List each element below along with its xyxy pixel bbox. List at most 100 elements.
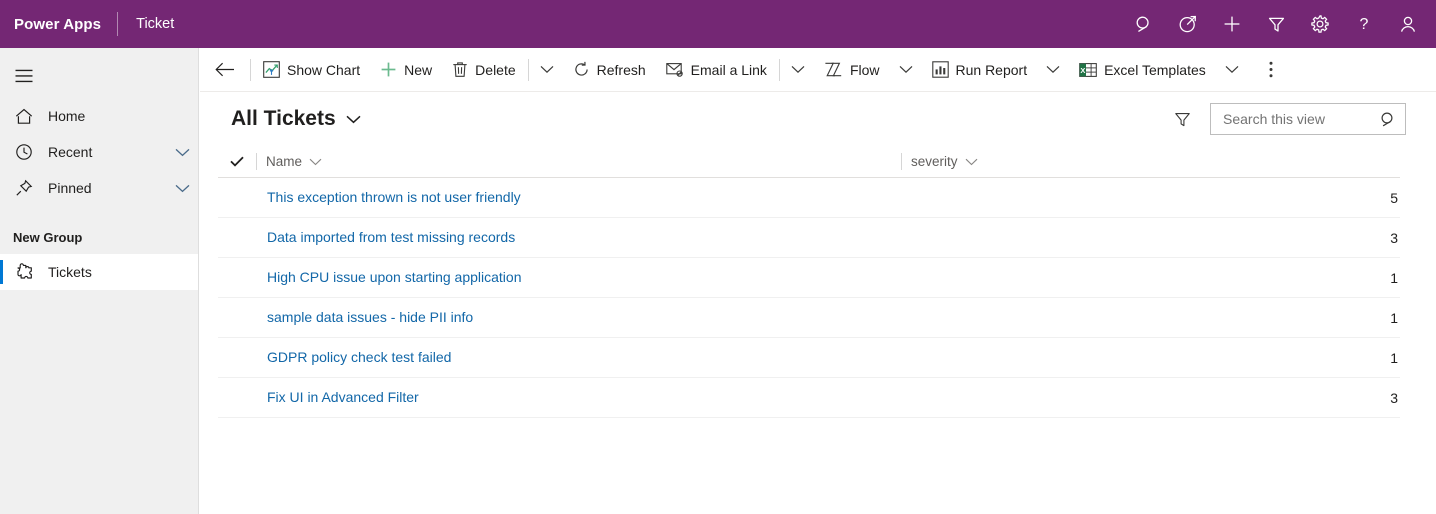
view-bar: All Tickets — [200, 92, 1436, 146]
account-icon[interactable] — [1386, 0, 1430, 48]
email-link-icon — [665, 62, 684, 77]
refresh-icon — [573, 61, 590, 78]
ticket-name-link[interactable]: GDPR policy check test failed — [267, 349, 451, 365]
brand-title[interactable]: Power Apps — [0, 16, 101, 33]
sidebar: Home Recent Pinned New Group Tickets — [0, 48, 199, 514]
new-icon[interactable] — [1210, 0, 1254, 48]
sidebar-item-tickets-label: Tickets — [48, 264, 92, 280]
table-row[interactable]: sample data issues - hide PII info 1 — [218, 298, 1400, 338]
filter-icon[interactable] — [1166, 103, 1198, 135]
delete-label: Delete — [475, 61, 516, 78]
sidebar-group-title: New Group — [13, 229, 83, 245]
settings-gear-icon[interactable] — [1298, 0, 1342, 48]
chevron-down-icon[interactable] — [965, 158, 978, 166]
sidebar-item-pinned[interactable]: Pinned — [0, 170, 198, 206]
ticket-name-link[interactable]: Fix UI in Advanced Filter — [267, 389, 419, 405]
pin-icon — [12, 179, 36, 197]
column-header-name[interactable]: Name — [266, 154, 893, 169]
svg-text:?: ? — [1360, 16, 1369, 33]
table-row[interactable]: GDPR policy check test failed 1 — [218, 338, 1400, 378]
app-header: Power Apps Ticket ? — [0, 0, 1436, 48]
ticket-name-link[interactable]: sample data issues - hide PII info — [267, 309, 473, 325]
clock-icon — [12, 143, 36, 161]
filter-icon[interactable] — [1254, 0, 1298, 48]
grid-rows: This exception thrown is not user friend… — [218, 178, 1400, 418]
view-selector-chevron-down-icon[interactable] — [346, 115, 361, 124]
cell-severity: 1 — [1390, 269, 1398, 286]
sidebar-item-recent[interactable]: Recent — [0, 134, 198, 170]
more-commands-icon[interactable] — [1254, 48, 1288, 92]
trash-icon — [452, 61, 468, 78]
email-a-link-label: Email a Link — [690, 61, 767, 78]
brand-divider — [117, 12, 119, 36]
sidebar-item-home[interactable]: Home — [0, 98, 198, 134]
delete-button[interactable]: Delete — [442, 48, 525, 92]
hamburger-menu-icon[interactable] — [0, 54, 48, 98]
view-title[interactable]: All Tickets — [231, 107, 336, 131]
help-icon[interactable]: ? — [1342, 0, 1386, 48]
table-row[interactable]: High CPU issue upon starting application… — [218, 258, 1400, 298]
search-icon[interactable] — [1122, 0, 1166, 48]
email-a-link-dropdown-button[interactable] — [782, 48, 814, 92]
excel-templates-label: Excel Templates — [1104, 61, 1206, 78]
command-separator — [250, 58, 251, 81]
ticket-name-link[interactable]: High CPU issue upon starting application — [267, 269, 521, 285]
column-header-severity[interactable]: severity — [911, 154, 1400, 169]
table-row[interactable]: Fix UI in Advanced Filter 3 — [218, 378, 1400, 418]
excel-templates-button[interactable]: X Excel Templates — [1069, 48, 1216, 92]
search-icon[interactable] — [1380, 111, 1397, 128]
new-button[interactable]: New — [370, 48, 442, 92]
refresh-label: Refresh — [596, 61, 646, 78]
back-button[interactable] — [200, 48, 248, 92]
cell-severity: 3 — [1390, 389, 1398, 406]
sidebar-item-recent-label: Recent — [48, 144, 93, 160]
ticket-name-link[interactable]: This exception thrown is not user friend… — [267, 189, 521, 205]
selected-accent-bar — [0, 260, 3, 284]
email-a-link-button[interactable]: Email a Link — [656, 48, 777, 92]
command-bar: Show Chart New Delete Refresh Email a Li… — [200, 48, 1436, 92]
new-label: New — [404, 61, 433, 78]
delete-dropdown-button[interactable] — [531, 48, 563, 92]
ticket-name-link[interactable]: Data imported from test missing records — [267, 229, 515, 245]
plus-icon — [380, 61, 397, 78]
show-chart-icon — [263, 61, 280, 78]
column-header-severity-label: severity — [911, 154, 958, 169]
run-report-label: Run Report — [955, 61, 1028, 78]
chevron-down-icon[interactable] — [309, 158, 322, 166]
diagnostics-icon[interactable] — [1166, 0, 1210, 48]
app-name[interactable]: Ticket — [136, 16, 174, 32]
excel-icon: X — [1079, 62, 1097, 78]
excel-templates-dropdown-button[interactable] — [1216, 48, 1248, 92]
svg-text:X: X — [1080, 65, 1085, 74]
chevron-down-icon[interactable] — [175, 184, 190, 193]
sidebar-item-tickets[interactable]: Tickets — [0, 254, 198, 290]
flow-icon — [824, 62, 843, 77]
select-all-checkmark-icon[interactable] — [226, 156, 248, 167]
command-separator — [778, 58, 780, 81]
show-chart-button[interactable]: Show Chart — [253, 48, 370, 92]
cell-severity: 1 — [1390, 349, 1398, 366]
search-view-box[interactable] — [1210, 103, 1406, 135]
search-input[interactable] — [1221, 110, 1376, 128]
flow-button[interactable]: Flow — [814, 48, 890, 92]
run-report-dropdown-button[interactable] — [1037, 48, 1069, 92]
cell-name: High CPU issue upon starting application — [267, 269, 894, 287]
cell-name: sample data issues - hide PII info — [267, 309, 894, 327]
table-row[interactable]: This exception thrown is not user friend… — [218, 178, 1400, 218]
cell-name: This exception thrown is not user friend… — [267, 189, 894, 207]
table-row[interactable]: Data imported from test missing records 3 — [218, 218, 1400, 258]
chevron-down-icon[interactable] — [175, 148, 190, 157]
run-report-button[interactable]: Run Report — [922, 48, 1038, 92]
home-icon — [12, 108, 36, 125]
cell-severity: 5 — [1390, 189, 1398, 206]
puzzle-icon — [12, 263, 36, 281]
content-area: All Tickets Name — [200, 92, 1436, 514]
column-divider — [901, 153, 902, 170]
cell-name: Fix UI in Advanced Filter — [267, 389, 894, 407]
refresh-button[interactable]: Refresh — [563, 48, 656, 92]
cell-name: Data imported from test missing records — [267, 229, 894, 247]
flow-dropdown-button[interactable] — [890, 48, 922, 92]
column-divider — [256, 153, 257, 170]
sidebar-item-pinned-label: Pinned — [48, 180, 92, 196]
report-icon — [931, 61, 949, 78]
